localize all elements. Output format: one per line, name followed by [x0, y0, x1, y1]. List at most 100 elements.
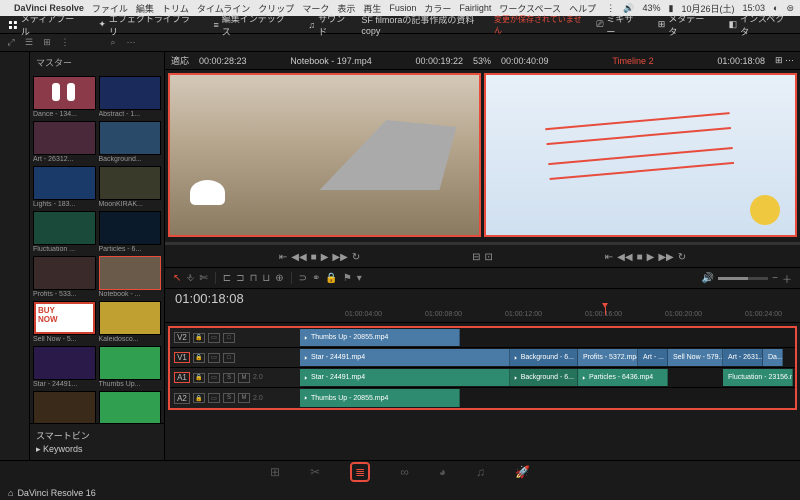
tl-first-icon[interactable]: ⇤: [605, 252, 613, 263]
mute-button[interactable]: M: [238, 393, 250, 403]
track-header-a2[interactable]: A2 🔒 ▭ S M 2.0: [170, 388, 300, 408]
src-play-icon[interactable]: ▶: [321, 252, 329, 263]
timeline-name[interactable]: Timeline 2: [559, 56, 708, 66]
src-first-icon[interactable]: ⇤: [279, 252, 287, 263]
replace-icon[interactable]: ⊓: [250, 273, 258, 284]
blade-tool-icon[interactable]: ✄: [199, 273, 207, 284]
zoom-pct[interactable]: 53%: [473, 56, 491, 66]
menu-fairlight[interactable]: Fairlight: [459, 3, 491, 13]
timeline-viewer[interactable]: [484, 73, 797, 237]
clip-thumb[interactable]: Abstract - 1...: [99, 76, 162, 118]
zoom-in-icon[interactable]: ＋: [782, 271, 792, 286]
trim-tool-icon[interactable]: ⎀: [186, 273, 194, 284]
match-frame2-icon[interactable]: ⊡: [485, 252, 493, 263]
smartbins-keywords[interactable]: ▸ Keywords: [36, 443, 158, 456]
track-header-v2[interactable]: V2 🔒 ▭ □: [170, 328, 300, 347]
mute-icon[interactable]: □: [223, 333, 235, 343]
timeline-clip[interactable]: Art - ...: [638, 349, 668, 366]
flag-icon[interactable]: ⚑: [343, 273, 352, 284]
track-body-a2[interactable]: Thumbs Up - 20855.mp4: [300, 388, 795, 408]
expand-icon[interactable]: ⤢: [4, 36, 18, 50]
mute-button[interactable]: M: [238, 373, 250, 383]
mute-icon[interactable]: □: [223, 353, 235, 363]
more-icon[interactable]: ⋯: [124, 36, 138, 50]
fairlight-page-icon[interactable]: ♫: [476, 465, 485, 479]
timeline-clip[interactable]: Art - 2631...: [723, 349, 763, 366]
clip-thumb[interactable]: Star - 24491...: [33, 346, 96, 388]
playhead[interactable]: [605, 307, 606, 315]
clip-thumb[interactable]: Lights - 183...: [33, 166, 96, 208]
speaker-icon[interactable]: 🔊: [702, 273, 714, 284]
deliver-page-icon[interactable]: 🚀: [515, 465, 530, 479]
insert-icon[interactable]: ⊏: [223, 273, 231, 284]
solo-button[interactable]: S: [223, 393, 235, 403]
track-body-a1[interactable]: Star - 24491.mp4Background - 6...Particl…: [300, 368, 795, 387]
list-view-icon[interactable]: ☰: [22, 36, 36, 50]
timeline-clip[interactable]: Profits - 5372.mp4: [578, 349, 638, 366]
clip-thumb[interactable]: MoonKIRAK...: [99, 166, 162, 208]
timeline-clip[interactable]: Particles - 6436.mp4: [578, 369, 668, 386]
editindex-toggle[interactable]: ≡編集インデックス: [205, 16, 300, 33]
cut-page-icon[interactable]: ✂: [310, 465, 320, 479]
clip-thumb[interactable]: Kaleidosco...: [99, 301, 162, 343]
timeline-clip[interactable]: Background - 6...: [510, 349, 578, 366]
overwrite-icon[interactable]: ⊐: [236, 273, 244, 284]
clip-thumb[interactable]: Notebook - ...: [99, 256, 162, 298]
src-loop-icon[interactable]: ↻: [352, 252, 360, 263]
source-name[interactable]: Notebook - 197.mp4: [257, 56, 406, 66]
tl-loop-icon[interactable]: ↻: [678, 252, 686, 263]
fit-icon[interactable]: ⊔: [262, 273, 270, 284]
lock-icon[interactable]: 🔒: [193, 373, 205, 383]
effects-toggle[interactable]: ✦エフェクトライブラリ: [90, 16, 205, 33]
clip-thumb[interactable]: Timeline 2: [99, 391, 162, 423]
lock-icon[interactable]: 🔒: [193, 393, 205, 403]
timeline-clip[interactable]: Star - 24491.mp4: [300, 349, 510, 366]
color-page-icon[interactable]: ◕: [439, 465, 446, 479]
mixer-toggle[interactable]: ⎚ミキサー: [588, 16, 650, 33]
home-icon[interactable]: ⌂: [8, 488, 13, 498]
viewer-opts-icon[interactable]: ⊞ ⋯: [775, 55, 794, 66]
clip-thumb[interactable]: Thumbs Up...: [99, 346, 162, 388]
main-timecode[interactable]: 01:00:18:08: [165, 289, 800, 307]
sound-toggle[interactable]: ♫サウンド: [300, 16, 361, 33]
match-frame-icon[interactable]: ⊟: [472, 252, 480, 263]
clip-thumb[interactable]: Dance - 134...: [33, 76, 96, 118]
src-stop-icon[interactable]: ■: [311, 252, 317, 263]
fit-dropdown[interactable]: 適応: [171, 54, 189, 67]
src-next-icon[interactable]: ▶▶: [332, 252, 347, 263]
thumb-view-icon[interactable]: ⊞: [40, 36, 54, 50]
track-header-v1[interactable]: V1 🔒 ▭ □: [170, 348, 300, 367]
timeline-clip[interactable]: Thumbs Up - 20855.mp4: [300, 329, 460, 346]
clip-thumb[interactable]: BUYNOWSell Now - 5...: [33, 301, 96, 343]
timeline-clip[interactable]: Background - 6...: [510, 369, 578, 386]
master-bin[interactable]: マスター: [30, 52, 164, 73]
visible-icon[interactable]: ▭: [208, 353, 220, 363]
append-icon[interactable]: ⊕: [275, 273, 283, 284]
lock-icon[interactable]: 🔒: [325, 273, 337, 284]
mediapool-toggle[interactable]: メディアプール: [0, 16, 90, 33]
magnet-icon[interactable]: ⊃: [299, 273, 307, 284]
sort-icon[interactable]: ⋮: [58, 36, 72, 50]
clip-thumb[interactable]: Fluctuation ...: [33, 211, 96, 253]
timeline-clip[interactable]: Sell Now - 579...: [668, 349, 723, 366]
track-header-a1[interactable]: A1 🔒 ▭ S M 2.0: [170, 368, 300, 387]
link-icon[interactable]: ⚭: [312, 273, 320, 284]
tl-play-icon[interactable]: ▶: [647, 252, 655, 263]
timeline-clip[interactable]: Da...: [763, 349, 783, 366]
clip-thumb[interactable]: Background...: [99, 121, 162, 163]
menu-fusion[interactable]: Fusion: [389, 3, 416, 13]
fusion-page-icon[interactable]: ∞: [400, 465, 409, 479]
src-prev-icon[interactable]: ◀◀: [291, 252, 306, 263]
tl-next-icon[interactable]: ▶▶: [658, 252, 673, 263]
tl-prev-icon[interactable]: ◀◀: [617, 252, 632, 263]
track-body-v1[interactable]: Star - 24491.mp4Background - 6...Profits…: [300, 348, 795, 367]
visible-icon[interactable]: ▭: [208, 333, 220, 343]
timeline-clip[interactable]: Thumbs Up - 20855.mp4: [300, 389, 460, 407]
timeline-clip[interactable]: Star - 24491.mp4: [300, 369, 510, 386]
solo-button[interactable]: S: [223, 373, 235, 383]
visible-icon[interactable]: ▭: [208, 373, 220, 383]
clip-thumb[interactable]: Particles - 6...: [99, 211, 162, 253]
inspector-toggle[interactable]: ◧インスペクタ: [721, 16, 800, 33]
selection-tool-icon[interactable]: ↖: [173, 273, 181, 284]
media-page-icon[interactable]: ⊞: [270, 465, 280, 479]
